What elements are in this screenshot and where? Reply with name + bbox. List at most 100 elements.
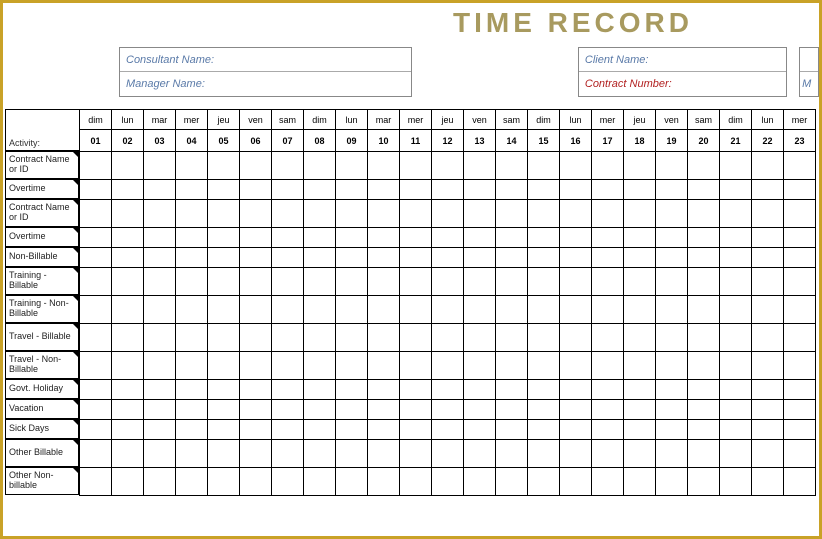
time-cell[interactable] bbox=[336, 296, 368, 324]
time-cell[interactable] bbox=[464, 180, 496, 200]
time-cell[interactable] bbox=[688, 200, 720, 228]
time-cell[interactable] bbox=[496, 324, 528, 352]
time-cell[interactable] bbox=[400, 324, 432, 352]
time-cell[interactable] bbox=[272, 296, 304, 324]
time-cell[interactable] bbox=[624, 468, 656, 496]
time-cell[interactable] bbox=[208, 152, 240, 180]
time-cell[interactable] bbox=[400, 200, 432, 228]
time-cell[interactable] bbox=[784, 440, 816, 468]
time-cell[interactable] bbox=[176, 200, 208, 228]
time-cell[interactable] bbox=[528, 296, 560, 324]
time-cell[interactable] bbox=[752, 380, 784, 400]
time-cell[interactable] bbox=[336, 152, 368, 180]
time-cell[interactable] bbox=[592, 380, 624, 400]
time-cell[interactable] bbox=[112, 468, 144, 496]
time-cell[interactable] bbox=[304, 420, 336, 440]
time-cell[interactable] bbox=[80, 180, 112, 200]
time-cell[interactable] bbox=[80, 420, 112, 440]
time-cell[interactable] bbox=[688, 228, 720, 248]
time-cell[interactable] bbox=[592, 152, 624, 180]
time-cell[interactable] bbox=[784, 200, 816, 228]
time-cell[interactable] bbox=[432, 152, 464, 180]
time-cell[interactable] bbox=[144, 468, 176, 496]
time-cell[interactable] bbox=[336, 468, 368, 496]
time-cell[interactable] bbox=[624, 352, 656, 380]
time-cell[interactable] bbox=[208, 468, 240, 496]
time-cell[interactable] bbox=[688, 324, 720, 352]
time-cell[interactable] bbox=[496, 152, 528, 180]
time-cell[interactable] bbox=[624, 152, 656, 180]
time-cell[interactable] bbox=[240, 268, 272, 296]
time-cell[interactable] bbox=[656, 180, 688, 200]
time-cell[interactable] bbox=[208, 200, 240, 228]
time-cell[interactable] bbox=[176, 324, 208, 352]
time-cell[interactable] bbox=[144, 152, 176, 180]
time-cell[interactable] bbox=[528, 440, 560, 468]
time-cell[interactable] bbox=[432, 324, 464, 352]
time-cell[interactable] bbox=[496, 380, 528, 400]
time-cell[interactable] bbox=[272, 380, 304, 400]
time-cell[interactable] bbox=[464, 380, 496, 400]
time-cell[interactable] bbox=[368, 296, 400, 324]
time-cell[interactable] bbox=[720, 228, 752, 248]
time-cell[interactable] bbox=[432, 380, 464, 400]
time-cell[interactable] bbox=[368, 248, 400, 268]
time-cell[interactable] bbox=[400, 248, 432, 268]
time-cell[interactable] bbox=[432, 296, 464, 324]
time-cell[interactable] bbox=[496, 180, 528, 200]
time-cell[interactable] bbox=[176, 248, 208, 268]
time-cell[interactable] bbox=[368, 152, 400, 180]
time-cell[interactable] bbox=[720, 400, 752, 420]
time-cell[interactable] bbox=[688, 352, 720, 380]
time-cell[interactable] bbox=[752, 152, 784, 180]
time-cell[interactable] bbox=[688, 180, 720, 200]
time-cell[interactable] bbox=[656, 420, 688, 440]
time-cell[interactable] bbox=[400, 180, 432, 200]
time-cell[interactable] bbox=[752, 248, 784, 268]
time-cell[interactable] bbox=[496, 400, 528, 420]
time-cell[interactable] bbox=[400, 400, 432, 420]
time-cell[interactable] bbox=[112, 296, 144, 324]
time-cell[interactable] bbox=[496, 420, 528, 440]
time-cell[interactable] bbox=[368, 380, 400, 400]
time-cell[interactable] bbox=[496, 296, 528, 324]
time-cell[interactable] bbox=[368, 468, 400, 496]
time-cell[interactable] bbox=[400, 352, 432, 380]
time-cell[interactable] bbox=[592, 420, 624, 440]
time-cell[interactable] bbox=[464, 420, 496, 440]
time-cell[interactable] bbox=[240, 380, 272, 400]
time-cell[interactable] bbox=[720, 324, 752, 352]
time-cell[interactable] bbox=[304, 468, 336, 496]
time-cell[interactable] bbox=[240, 248, 272, 268]
time-cell[interactable] bbox=[368, 324, 400, 352]
time-cell[interactable] bbox=[272, 180, 304, 200]
time-cell[interactable] bbox=[144, 268, 176, 296]
time-cell[interactable] bbox=[528, 268, 560, 296]
time-cell[interactable] bbox=[112, 352, 144, 380]
time-cell[interactable] bbox=[400, 228, 432, 248]
time-cell[interactable] bbox=[112, 324, 144, 352]
time-cell[interactable] bbox=[80, 268, 112, 296]
time-cell[interactable] bbox=[272, 324, 304, 352]
time-cell[interactable] bbox=[400, 296, 432, 324]
time-cell[interactable] bbox=[80, 200, 112, 228]
time-cell[interactable] bbox=[720, 200, 752, 228]
time-cell[interactable] bbox=[272, 268, 304, 296]
time-cell[interactable] bbox=[272, 152, 304, 180]
time-cell[interactable] bbox=[528, 248, 560, 268]
time-cell[interactable] bbox=[560, 440, 592, 468]
time-cell[interactable] bbox=[752, 352, 784, 380]
time-cell[interactable] bbox=[688, 420, 720, 440]
time-cell[interactable] bbox=[112, 420, 144, 440]
time-cell[interactable] bbox=[592, 228, 624, 248]
time-cell[interactable] bbox=[528, 420, 560, 440]
time-cell[interactable] bbox=[624, 324, 656, 352]
time-cell[interactable] bbox=[624, 380, 656, 400]
time-cell[interactable] bbox=[624, 200, 656, 228]
time-cell[interactable] bbox=[144, 228, 176, 248]
time-cell[interactable] bbox=[144, 400, 176, 420]
time-cell[interactable] bbox=[80, 228, 112, 248]
time-cell[interactable] bbox=[336, 248, 368, 268]
time-cell[interactable] bbox=[496, 440, 528, 468]
time-cell[interactable] bbox=[272, 420, 304, 440]
